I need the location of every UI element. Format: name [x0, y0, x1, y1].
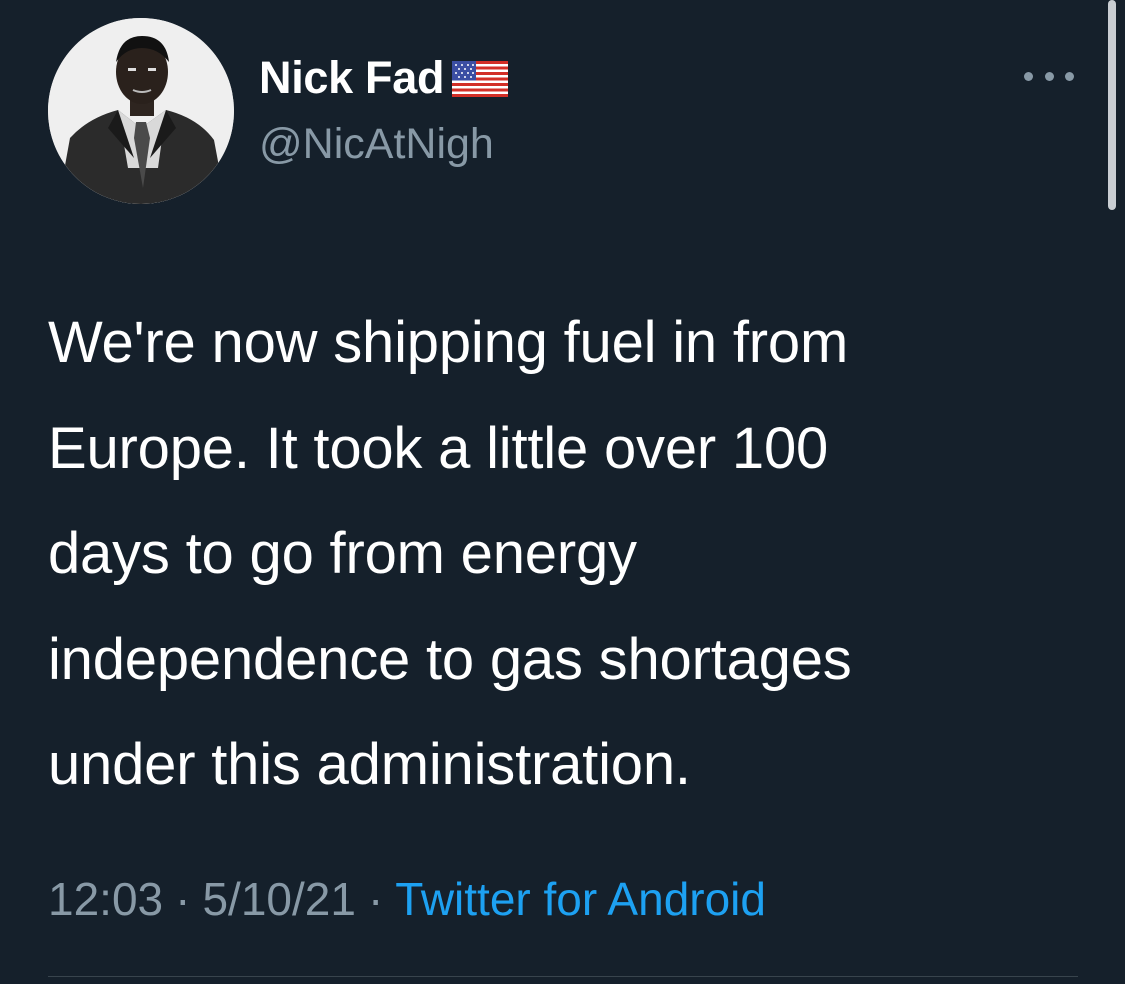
tweet-text-line: days to go from energy — [48, 521, 637, 586]
us-flag-icon — [452, 61, 509, 97]
avatar[interactable] — [48, 18, 234, 204]
author-name-row[interactable]: Nick Fad — [259, 50, 509, 106]
tweet-text-line: independence to gas shortages — [48, 626, 852, 692]
more-dot — [1024, 71, 1033, 81]
divider — [48, 976, 1078, 977]
scrollbar[interactable] — [1108, 0, 1116, 210]
tweet-source-link[interactable]: Twitter for Android — [395, 873, 766, 925]
tweet-text-line: under this administration. — [48, 732, 691, 797]
more-dot — [1044, 71, 1054, 81]
meta-separator: · — [175, 873, 191, 925]
meta-separator: · — [367, 873, 384, 925]
tweet-time[interactable]: 12:03 — [48, 873, 163, 925]
user-handle[interactable]: @NicAtNigh — [259, 120, 494, 169]
tweet-meta: 12:03 · 5/10/21 · Twitter for Android — [48, 872, 766, 926]
tweet-date[interactable]: 5/10/21 — [202, 873, 355, 925]
more-options-icon[interactable] — [1024, 64, 1074, 88]
display-name[interactable]: Nick Fad — [259, 52, 444, 104]
tweet-text-line: Europe. It took a little over 100 — [48, 415, 829, 481]
tweet-text: We're now shipping fuel in from Europe. … — [48, 290, 1088, 818]
tweet-text-line: We're now shipping fuel in from — [48, 310, 849, 375]
more-dot — [1065, 71, 1074, 81]
tweet-container: Nick Fad @NicAtNigh We're now shipping f… — [0, 0, 1125, 984]
profile-photo-icon — [48, 18, 234, 204]
